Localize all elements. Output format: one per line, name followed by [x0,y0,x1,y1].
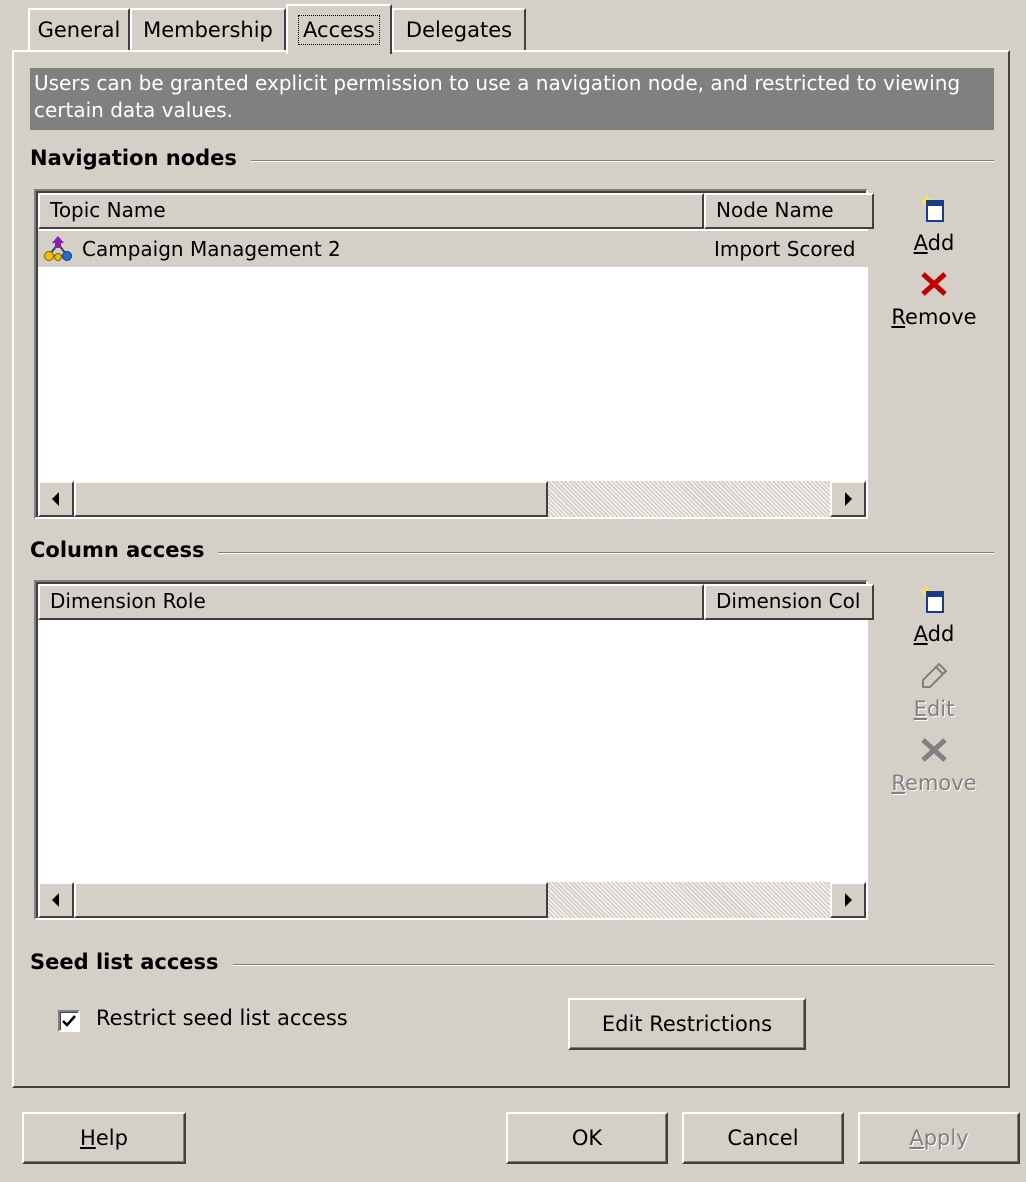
cancel-button[interactable]: Cancel [682,1112,844,1164]
tab-membership-label: Membership [143,18,273,42]
arrow-left-icon [52,492,59,506]
cancel-label: Cancel [727,1126,799,1150]
add-item-icon [920,194,944,222]
tab-delegates[interactable]: Delegates [392,8,526,50]
column-remove-button[interactable]: Remove [886,736,982,795]
scroll-left-button[interactable] [38,882,74,918]
column-header-dimension-role[interactable]: Dimension Role [38,584,704,620]
navigation-add-button[interactable]: Add [886,194,982,255]
remove-x-icon [921,272,947,296]
remove-label: Remove [891,771,977,795]
arrow-right-icon [845,492,852,506]
navigation-nodes-list[interactable]: Topic Name Node Name Campaign Management… [34,189,874,519]
column-header-node-name[interactable]: Node Name [704,193,874,229]
column-edit-button[interactable]: Edit [886,662,982,721]
add-label: Add [913,622,955,646]
apply-button[interactable]: Apply [858,1112,1020,1164]
restrict-seed-list-checkbox[interactable] [58,1010,80,1032]
add-label: Add [913,231,955,255]
tab-general-label: General [37,18,121,42]
edit-restrictions-button[interactable]: Edit Restrictions [568,998,806,1050]
seed-list-title: Seed list access [30,950,233,974]
add-item-icon [920,585,944,613]
checkmark-icon [62,1015,76,1027]
remove-x-icon [921,738,947,762]
tab-access[interactable]: Access [286,4,392,54]
info-banner: Users can be granted explicit permission… [30,68,994,130]
scroll-thumb[interactable] [74,481,548,517]
column-access-title: Column access [30,538,219,562]
help-label: Help [80,1126,128,1150]
node-name-cell: Import Scored [714,237,856,261]
scroll-left-button[interactable] [38,481,74,517]
column-header-dimension-col[interactable]: Dimension Col [704,584,874,620]
arrow-left-icon [52,893,59,907]
ok-button[interactable]: OK [506,1112,668,1164]
tab-membership[interactable]: Membership [130,8,286,50]
navigation-hscrollbar[interactable] [38,481,866,517]
edit-label: Edit [913,697,955,721]
tab-general[interactable]: General [28,8,130,50]
navigation-nodes-title: Navigation nodes [30,146,251,170]
navigation-remove-button[interactable]: Remove [886,270,982,329]
arrow-right-icon [845,893,852,907]
apply-label: Apply [909,1126,969,1150]
tab-delegates-label: Delegates [405,18,513,42]
column-access-hscrollbar[interactable] [38,882,866,918]
remove-label: Remove [891,305,977,329]
edit-restrictions-label: Edit Restrictions [601,1012,773,1036]
help-button[interactable]: Help [22,1112,186,1164]
column-add-button[interactable]: Add [886,585,982,646]
tab-access-label: Access [298,15,380,45]
scroll-right-button[interactable] [830,882,866,918]
restrict-seed-list-label[interactable]: Restrict seed list access [96,1006,348,1030]
pencil-icon [922,662,948,688]
ok-label: OK [571,1126,603,1150]
table-row[interactable]: Campaign Management 2 Import Scored [38,231,868,267]
hierarchy-node-icon [44,236,72,262]
scroll-thumb[interactable] [74,882,548,918]
scroll-right-button[interactable] [830,481,866,517]
column-access-list[interactable]: Dimension Role Dimension Col [34,580,874,920]
column-header-topic-name[interactable]: Topic Name [38,193,704,229]
topic-name-cell: Campaign Management 2 [82,237,341,261]
